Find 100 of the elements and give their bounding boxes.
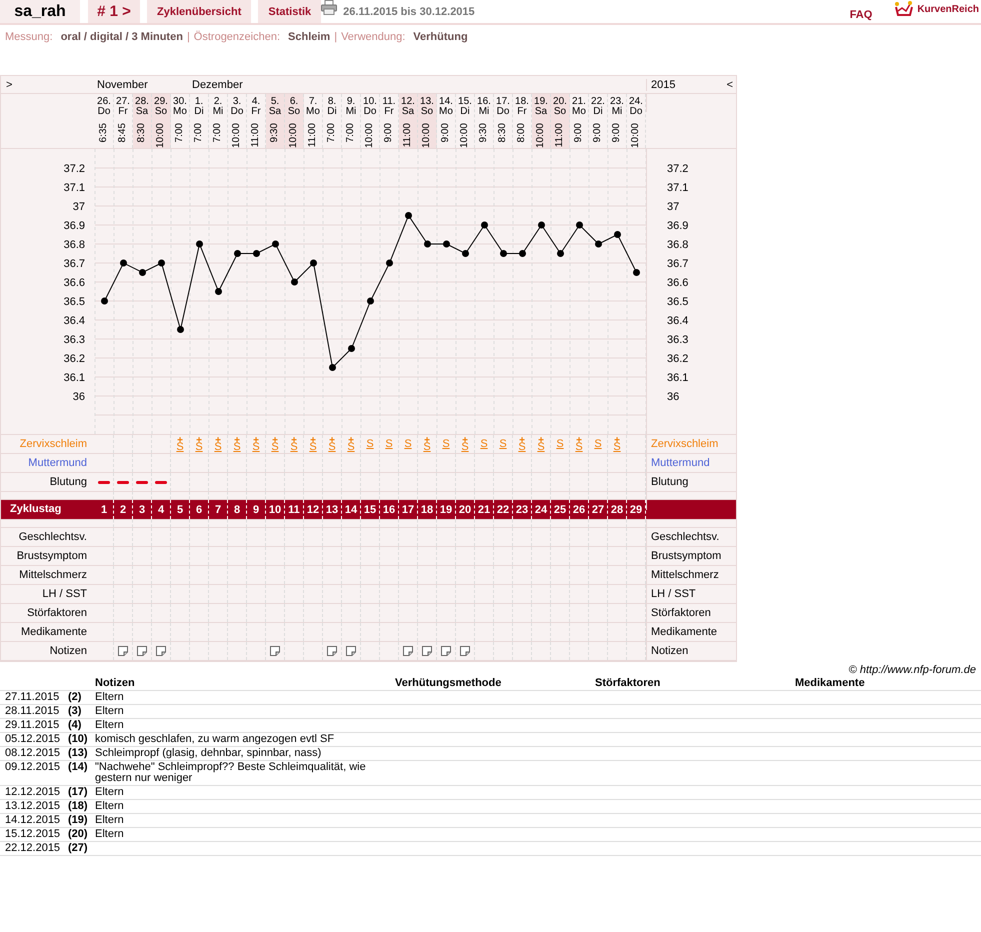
note-icon[interactable]: [441, 646, 451, 656]
y-tick-label: 36.5: [64, 296, 85, 308]
nav-tab[interactable]: Statistik: [258, 0, 322, 23]
day-date: 11.: [382, 97, 396, 107]
temperature-point: [196, 240, 203, 248]
separator: |: [186, 31, 190, 43]
cycle-day-number: 2: [114, 500, 133, 519]
day-weekday: Mi: [478, 107, 490, 117]
day-time: 10:00: [365, 123, 375, 148]
day-date: 6.: [290, 97, 298, 107]
day-date: 20.: [553, 97, 567, 107]
mucus-symbol: S: [556, 440, 564, 448]
cycle-button[interactable]: # 1 >: [88, 0, 140, 23]
faq-link[interactable]: FAQ: [850, 8, 872, 20]
mucus-symbol: +S: [518, 438, 526, 450]
note-icon[interactable]: [422, 646, 432, 656]
note-icon[interactable]: [346, 646, 356, 656]
table-cell: Schleimpropf (glasig, dehnbar, spinnbar, nass): [95, 746, 395, 760]
day-weekday: Di: [593, 107, 603, 117]
table-cell: Eltern: [95, 814, 395, 828]
nav-arrow[interactable]: <: [726, 78, 733, 90]
mucus-symbol: +S: [214, 438, 222, 450]
day-weekday: Mo: [306, 107, 320, 117]
day-weekday: Do: [496, 107, 510, 117]
mucus-symbol: +S: [347, 438, 355, 450]
brand-name[interactable]: KurvenReich: [917, 4, 979, 15]
nav-arrow[interactable]: >: [1, 78, 95, 90]
note-icon[interactable]: [156, 646, 166, 656]
mucus-symbol: +S: [252, 438, 260, 450]
mucus-symbol: S: [594, 440, 602, 448]
date-range: 26.11.2015 bis 30.12.2015: [343, 6, 475, 18]
temperature-point: [538, 222, 545, 228]
cycle-day-number: 23: [513, 500, 532, 519]
mucus-symbol: +S: [537, 438, 545, 450]
month-label: November: [96, 78, 149, 90]
note-icon[interactable]: [137, 646, 147, 656]
column-header: Notizen: [95, 676, 395, 690]
note-icon[interactable]: [327, 646, 337, 656]
temperature-point: [158, 260, 165, 266]
user-name[interactable]: sa_rah: [0, 0, 80, 23]
day-date: 23.: [610, 97, 624, 107]
day-time: 8:30: [498, 123, 508, 142]
note-icon[interactable]: [460, 646, 470, 656]
row-label: Zervixschleim: [646, 435, 736, 453]
note-icon[interactable]: [270, 646, 280, 656]
cycle-day-number: 13: [323, 500, 342, 519]
day-weekday: So: [154, 107, 168, 117]
temperature-point: [120, 260, 127, 266]
day-date: 9.: [346, 97, 356, 107]
y-tick-label: 36.3: [64, 334, 85, 346]
y-tick-label: 36: [72, 391, 85, 403]
table-cell: (17): [68, 786, 95, 800]
printer-icon[interactable]: [321, 0, 338, 15]
cycle-day-number: 4: [152, 500, 171, 519]
row-label: Blutung: [48, 475, 88, 490]
table-cell: Eltern: [95, 718, 395, 732]
mucus-symbol: S: [366, 440, 374, 448]
mucus-symbol: S: [499, 440, 507, 448]
day-date: 3.: [232, 97, 242, 107]
day-time: 9:00: [612, 123, 622, 142]
cycle-day-number: 8: [228, 500, 247, 519]
cycle-day-number: 29: [627, 500, 646, 519]
nav-tab[interactable]: Zyklenübersicht: [147, 0, 252, 23]
temperature-point: [348, 345, 355, 352]
day-weekday: Mi: [612, 107, 622, 117]
temperature-point: [500, 250, 507, 257]
cycle-day-number: 11: [285, 500, 304, 519]
day-weekday: So: [288, 107, 300, 117]
row-label: Brustsymptom: [16, 549, 88, 564]
y-tick-label: 37.1: [64, 182, 85, 194]
day-weekday: Mi: [346, 107, 356, 117]
temperature-point: [576, 222, 583, 228]
cycle-day-number: 26: [570, 500, 589, 519]
row-label: Zyklustag: [9, 502, 62, 517]
day-weekday: Mo: [439, 107, 453, 117]
note-icon[interactable]: [118, 646, 128, 656]
day-weekday: Do: [364, 107, 376, 117]
day-time: 10:00: [232, 123, 242, 148]
cycle-day-number: 24: [532, 500, 551, 519]
info-label: Messung:: [5, 31, 53, 43]
day-date: 8.: [328, 97, 336, 107]
y-tick-label: 37: [667, 201, 680, 213]
bleeding-mark: [155, 480, 167, 484]
cycle-day-number: 15: [361, 500, 380, 519]
note-icon[interactable]: [403, 646, 413, 656]
day-time: 9:00: [441, 123, 451, 142]
day-time: 7:00: [175, 123, 185, 142]
table-cell: (18): [68, 800, 95, 814]
cycle-day-number: 17: [399, 500, 418, 519]
day-time: 10:00: [460, 123, 470, 148]
table-cell: (10): [68, 732, 95, 746]
day-date: 2.: [214, 97, 222, 107]
day-weekday: Sa: [402, 107, 414, 117]
table-cell: (3): [68, 704, 95, 718]
day-time: 9:00: [574, 123, 584, 142]
day-date: 12.: [401, 97, 415, 107]
temperature-point: [424, 240, 431, 248]
day-weekday: So: [420, 107, 434, 117]
table-cell: (19): [68, 814, 95, 828]
cycle-day-number: 20: [456, 500, 475, 519]
